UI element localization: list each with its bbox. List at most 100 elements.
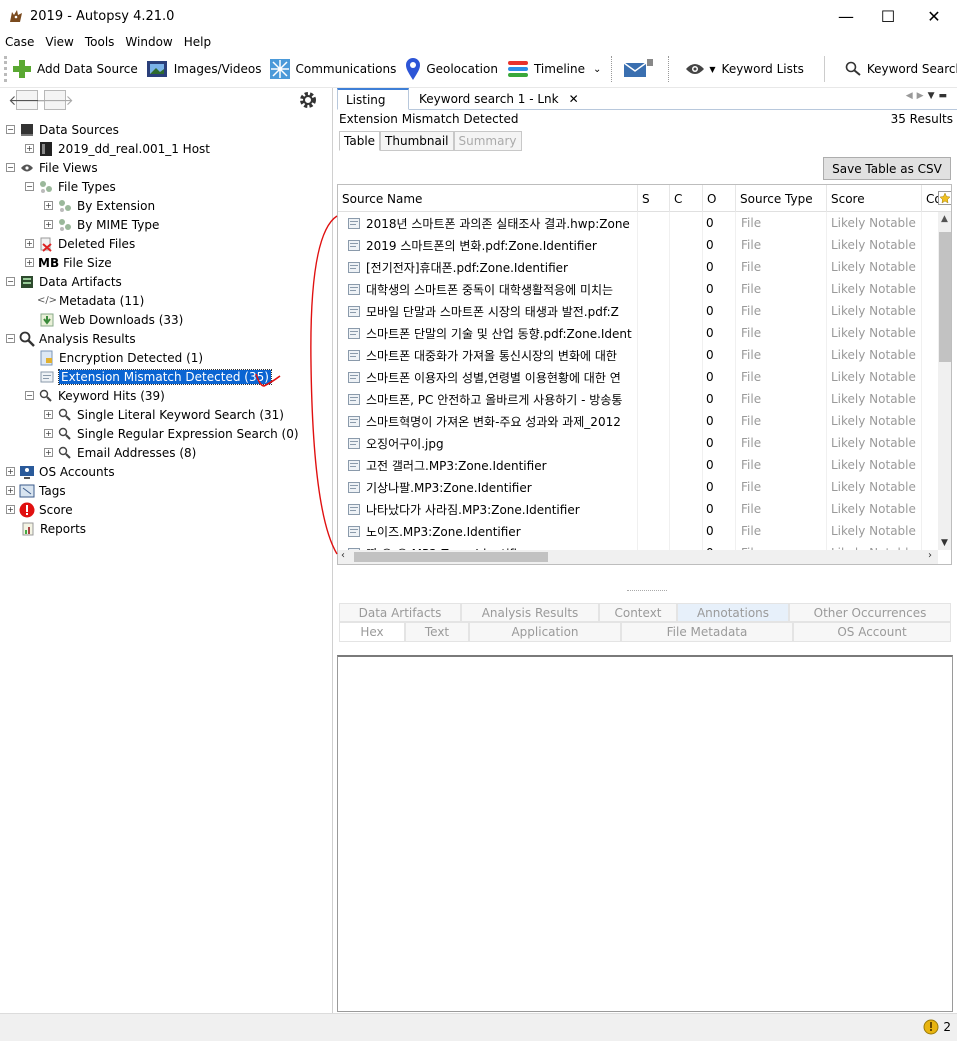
minimize-button[interactable]: —: [823, 0, 869, 32]
maximize-panel-icon[interactable]: ▬: [938, 91, 951, 101]
table-row[interactable]: 스마트폰, PC 안전하고 올바르게 사용하기 - 방송통 0 File Likely…: [338, 388, 938, 410]
tree-node-web-downloads[interactable]: Web Downloads (33): [39, 310, 183, 329]
table-row[interactable]: 스마트혁명이 가져온 변화-주요 성과와 과제_2012 0 File Likely …: [338, 410, 938, 432]
col-source-type[interactable]: Source Type: [736, 185, 827, 212]
tab-scroll-controls[interactable]: ◀▶▼▬: [906, 91, 951, 101]
expand-icon[interactable]: +: [44, 220, 53, 229]
collapse-icon[interactable]: −: [6, 163, 15, 172]
expand-icon[interactable]: +: [44, 201, 53, 210]
tree-node-host[interactable]: + 2019_dd_real.001_1 Host: [25, 139, 210, 158]
images-videos-button[interactable]: Images/Videos: [142, 54, 266, 84]
vertical-scrollbar[interactable]: ▲ ▼: [938, 212, 951, 550]
tree-node-by-extension[interactable]: + By Extension: [44, 196, 155, 215]
col-s[interactable]: S: [638, 185, 670, 212]
forward-button[interactable]: 🡒: [36, 90, 74, 110]
tree-node-tags[interactable]: + Tags: [6, 481, 66, 500]
expand-icon[interactable]: +: [44, 429, 53, 438]
table-row[interactable]: 대학생의 스마트폰 중독이 대학생활적응에 미치는 0 File Likely Not…: [338, 278, 938, 300]
menu-help[interactable]: Help: [179, 35, 217, 49]
tree-node-data-sources[interactable]: − Data Sources: [6, 120, 119, 139]
save-table-csv-button[interactable]: Save Table as CSV: [823, 157, 951, 180]
back-button[interactable]: 🡐: [8, 90, 46, 110]
keyword-search-button[interactable]: Keyword Search: [841, 54, 957, 84]
tree-node-encryption-detected[interactable]: Encryption Detected (1): [39, 348, 203, 367]
expand-icon[interactable]: +: [44, 448, 53, 457]
tree-node-metadata[interactable]: </> Metadata (11): [37, 291, 144, 310]
tree-node-single-regex[interactable]: + Single Regular Expression Search (0): [44, 424, 299, 443]
table-row[interactable]: 2019 스마트폰의 변화.pdf:Zone.Identifier 0 File Li…: [338, 234, 938, 256]
collapse-icon[interactable]: −: [6, 334, 15, 343]
tree-node-score[interactable]: + Score: [6, 500, 73, 519]
geolocation-button[interactable]: Geolocation: [400, 54, 502, 84]
tab-text[interactable]: Text: [405, 622, 469, 642]
subtab-table[interactable]: Table: [339, 131, 381, 151]
tree-node-file-types[interactable]: − File Types: [25, 177, 116, 196]
scroll-right-icon[interactable]: ›: [928, 550, 932, 561]
table-row[interactable]: 모바일 단말과 스마트폰 시장의 태생과 발전.pdf:Z 0 File Likely…: [338, 300, 938, 322]
expand-icon[interactable]: +: [25, 144, 34, 153]
email-button[interactable]: [618, 54, 662, 84]
scroll-down-icon[interactable]: ▼: [941, 538, 948, 548]
collapse-icon[interactable]: −: [25, 182, 34, 191]
table-row[interactable]: 스마트폰 단말의 기술 및 산업 동향.pdf:Zone.Ident 0 File L…: [338, 322, 938, 344]
table-row[interactable]: 스마트폰 이용자의 성별,연령별 이용현황에 대한 연 0 File Likely N…: [338, 366, 938, 388]
expand-icon[interactable]: +: [6, 486, 15, 495]
tab-os-account[interactable]: OS Account: [793, 622, 951, 642]
table-row[interactable]: [전기전자]휴대폰.pdf:Zone.Identifier 0 File Likely…: [338, 256, 938, 278]
col-c[interactable]: C: [670, 185, 703, 212]
menu-window[interactable]: Window: [120, 35, 178, 49]
expand-icon[interactable]: +: [6, 505, 15, 514]
table-row[interactable]: 스마트폰 대중화가 가져올 통신시장의 변화에 대한 0 File Likely No…: [338, 344, 938, 366]
tree-node-reports[interactable]: Reports: [20, 519, 86, 538]
tree-node-single-literal[interactable]: + Single Literal Keyword Search (31): [44, 405, 284, 424]
tab-hex[interactable]: Hex: [339, 622, 405, 642]
tree-settings-button[interactable]: [297, 89, 319, 111]
chevron-left-icon[interactable]: ◀: [906, 91, 917, 101]
tree-node-data-artifacts[interactable]: − Data Artifacts: [6, 272, 122, 291]
tab-keyword-search[interactable]: Keyword search 1 - Lnk ✕: [411, 88, 587, 110]
tab-file-metadata[interactable]: File Metadata: [621, 622, 793, 642]
table-row[interactable]: 오징어구이.jpg 0 File Likely Notable: [338, 432, 938, 454]
expand-icon[interactable]: +: [44, 410, 53, 419]
close-button[interactable]: ✕: [911, 0, 957, 32]
expand-icon[interactable]: +: [25, 258, 34, 267]
collapse-icon[interactable]: −: [25, 391, 34, 400]
column-chooser-icon[interactable]: [938, 191, 952, 205]
add-data-source-button[interactable]: Add Data Source: [7, 54, 142, 84]
tab-context[interactable]: Context: [599, 603, 677, 622]
communications-button[interactable]: Communications: [265, 54, 400, 84]
tree-node-deleted-files[interactable]: + Deleted Files: [25, 234, 135, 253]
tree-node-os-accounts[interactable]: + OS Accounts: [6, 462, 115, 481]
tab-analysis-results[interactable]: Analysis Results: [461, 603, 599, 622]
menu-view[interactable]: View: [40, 35, 79, 49]
menu-case[interactable]: Case: [0, 35, 40, 49]
tree-node-keyword-hits[interactable]: − Keyword Hits (39): [25, 386, 165, 405]
tab-other-occurrences[interactable]: Other Occurrences: [789, 603, 951, 622]
tree-node-analysis-results[interactable]: − Analysis Results: [6, 329, 136, 348]
table-row[interactable]: 기상나팔.MP3:Zone.Identifier 0 File Likely Nota…: [338, 476, 938, 498]
tab-data-artifacts[interactable]: Data Artifacts: [339, 603, 461, 622]
col-source-name[interactable]: Source Name: [338, 185, 638, 212]
tree-node-email-addresses[interactable]: + Email Addresses (8): [44, 443, 196, 462]
keyword-lists-button[interactable]: ▼ Keyword Lists: [681, 54, 807, 84]
scroll-thumb[interactable]: [939, 232, 951, 362]
tab-application[interactable]: Application: [469, 622, 621, 642]
subtab-thumbnail[interactable]: Thumbnail: [380, 131, 454, 151]
table-row[interactable]: 노이즈.MP3:Zone.Identifier 0 File Likely Notab…: [338, 520, 938, 542]
pane-splitter[interactable]: [337, 588, 957, 594]
col-o[interactable]: O: [703, 185, 736, 212]
close-tab-icon[interactable]: ✕: [569, 92, 579, 106]
tree-node-file-views[interactable]: − File Views: [6, 158, 98, 177]
col-score[interactable]: Score: [827, 185, 922, 212]
table-row[interactable]: 나타났다가 사라짐.MP3:Zone.Identifier 0 File Likely…: [338, 498, 938, 520]
collapse-icon[interactable]: −: [6, 125, 15, 134]
tab-annotations[interactable]: Annotations: [677, 603, 789, 622]
tree-node-file-size[interactable]: + MB File Size: [25, 253, 112, 272]
horizontal-scrollbar[interactable]: ‹ ›: [338, 550, 938, 564]
tree-node-by-mime-type[interactable]: + By MIME Type: [44, 215, 159, 234]
chevron-right-icon[interactable]: ▶: [917, 91, 928, 101]
scroll-up-icon[interactable]: ▲: [941, 214, 948, 224]
menu-tools[interactable]: Tools: [80, 35, 121, 49]
timeline-button[interactable]: Timeline ⌄: [502, 54, 605, 84]
scroll-thumb[interactable]: [354, 552, 548, 562]
